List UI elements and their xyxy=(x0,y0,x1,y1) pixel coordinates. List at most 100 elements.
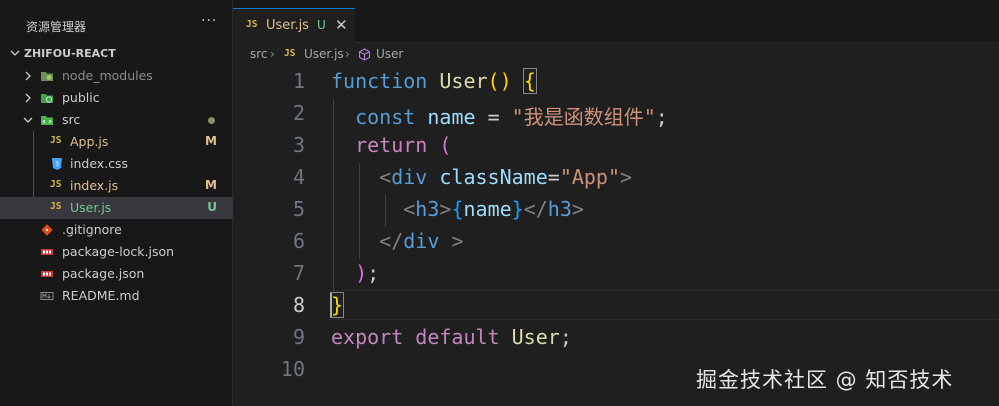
line-number: 9 xyxy=(292,325,305,349)
more-actions-icon[interactable]: ··· xyxy=(201,13,217,29)
javascript-file-icon: JS xyxy=(50,135,62,146)
tree-item-index-css[interactable]: 3 index.css xyxy=(0,153,233,175)
code-token: name xyxy=(463,197,512,221)
code-token: User xyxy=(439,69,488,93)
code-token: return xyxy=(355,133,428,157)
svg-text:3: 3 xyxy=(55,161,59,168)
code-line-6: </div > xyxy=(331,229,463,253)
close-icon[interactable]: ✕ xyxy=(335,16,348,34)
tab-label: User.js xyxy=(266,18,309,33)
code-token: name xyxy=(427,105,476,129)
chevron-down-icon xyxy=(10,50,20,56)
tree-item-label: README.md xyxy=(62,288,140,303)
tree-item-label: node_modules xyxy=(62,68,153,83)
tab-user-js[interactable]: JS User.js U ✕ xyxy=(233,8,355,43)
code-line-3: return ( xyxy=(331,133,451,157)
code-token: h3 xyxy=(547,197,572,221)
tree-item-label: src xyxy=(62,112,81,127)
code-token: export xyxy=(331,325,404,349)
code-token: div xyxy=(403,229,440,253)
text-cursor xyxy=(330,293,332,317)
editor-tab-bar: JS User.js U ✕ xyxy=(233,8,999,43)
line-number: 10 xyxy=(280,357,305,381)
code-token: h3 xyxy=(415,197,440,221)
explorer-sidebar: 资源管理器 ··· ZHIFOU-REACT node_modules publ… xyxy=(0,0,233,406)
src-folder-open-icon xyxy=(41,116,53,125)
line-number: 6 xyxy=(292,229,305,253)
chevron-down-icon xyxy=(23,117,33,123)
code-token: > xyxy=(451,229,464,253)
current-line-highlight xyxy=(327,290,999,320)
code-line-2: const name = "我是函数组件"; xyxy=(355,105,668,129)
code-token: > xyxy=(571,197,584,221)
project-section-header[interactable]: ZHIFOU-REACT xyxy=(0,44,233,64)
tree-item-app-js[interactable]: JS App.js M xyxy=(0,131,233,153)
javascript-file-icon: JS xyxy=(50,179,62,190)
tree-item-src[interactable]: src xyxy=(0,109,233,131)
public-folder-icon xyxy=(41,94,53,103)
npm-file-icon xyxy=(41,271,53,277)
javascript-file-icon: JS xyxy=(246,19,258,30)
git-untracked-badge: U xyxy=(207,200,217,214)
code-editor[interactable]: 1 2 3 4 5 6 7 8 9 10 function User() { c… xyxy=(233,64,999,406)
tree-item-gitignore[interactable]: .gitignore xyxy=(0,219,233,241)
tree-item-label: App.js xyxy=(70,134,109,149)
tree-item-public[interactable]: public xyxy=(0,87,233,109)
line-number: 2 xyxy=(292,101,305,125)
code-token: </ xyxy=(379,229,404,253)
tree-item-label: public xyxy=(62,90,100,105)
line-number: 4 xyxy=(292,165,305,189)
npm-file-icon xyxy=(41,249,53,255)
code-token: ) xyxy=(355,261,368,285)
tree-item-label: package.json xyxy=(62,266,145,281)
code-line-5: <h3>{name}</h3> xyxy=(331,197,584,221)
code-token: { xyxy=(522,68,537,94)
chevron-right-icon xyxy=(25,71,31,81)
chevron-right-icon: › xyxy=(270,47,275,61)
markdown-file-icon xyxy=(40,292,54,300)
tree-item-package-json[interactable]: package.json xyxy=(0,263,233,285)
code-token: } xyxy=(329,292,345,318)
tree-item-user-js[interactable]: JS User.js U xyxy=(0,197,233,219)
breadcrumb-file[interactable]: User.js xyxy=(304,47,344,61)
breadcrumb-symbol[interactable]: User xyxy=(376,47,403,61)
git-file-icon xyxy=(41,224,53,236)
code-line-7: ); xyxy=(355,261,380,285)
code-line-8: } xyxy=(329,292,345,318)
code-token: "我是函数组件" xyxy=(511,105,656,129)
tree-item-index-js[interactable]: JS index.js M xyxy=(0,175,233,197)
tree-item-readme-md[interactable]: README.md xyxy=(0,285,233,307)
tree-item-label: package-lock.json xyxy=(62,244,175,259)
code-token: const xyxy=(355,105,416,129)
code-token: div xyxy=(391,165,428,189)
code-token: "App" xyxy=(559,165,621,189)
code-line-4: <div className="App"> xyxy=(379,165,633,189)
code-token: () xyxy=(487,69,512,93)
code-token: } xyxy=(511,197,524,221)
code-token: default xyxy=(415,325,500,349)
code-token: </ xyxy=(523,197,548,221)
tree-item-label: .gitignore xyxy=(62,222,122,237)
tree-item-label: index.js xyxy=(70,178,119,193)
project-name: ZHIFOU-REACT xyxy=(24,47,116,60)
explorer-header: 资源管理器 ··· xyxy=(0,12,233,40)
line-number: 7 xyxy=(292,261,305,285)
line-number: 1 xyxy=(292,69,305,93)
code-token: function xyxy=(331,69,428,93)
code-line-1: function User() { xyxy=(331,68,537,94)
node-folder-icon xyxy=(41,72,53,81)
modified-dot-icon xyxy=(208,117,215,124)
tree-item-label: User.js xyxy=(70,200,112,215)
breadcrumb-folder[interactable]: src xyxy=(250,47,268,61)
explorer-title: 资源管理器 xyxy=(26,20,87,34)
git-untracked-badge: U xyxy=(317,18,326,32)
git-modified-badge: M xyxy=(205,178,217,192)
symbol-class-icon xyxy=(358,48,371,61)
code-token: > xyxy=(620,165,633,189)
tree-item-package-lock-json[interactable]: package-lock.json xyxy=(0,241,233,263)
tree-item-node-modules[interactable]: node_modules xyxy=(0,65,233,87)
line-number: 3 xyxy=(292,133,305,157)
chevron-right-icon xyxy=(25,93,31,103)
line-number: 5 xyxy=(292,197,305,221)
chevron-right-icon: › xyxy=(345,47,350,61)
